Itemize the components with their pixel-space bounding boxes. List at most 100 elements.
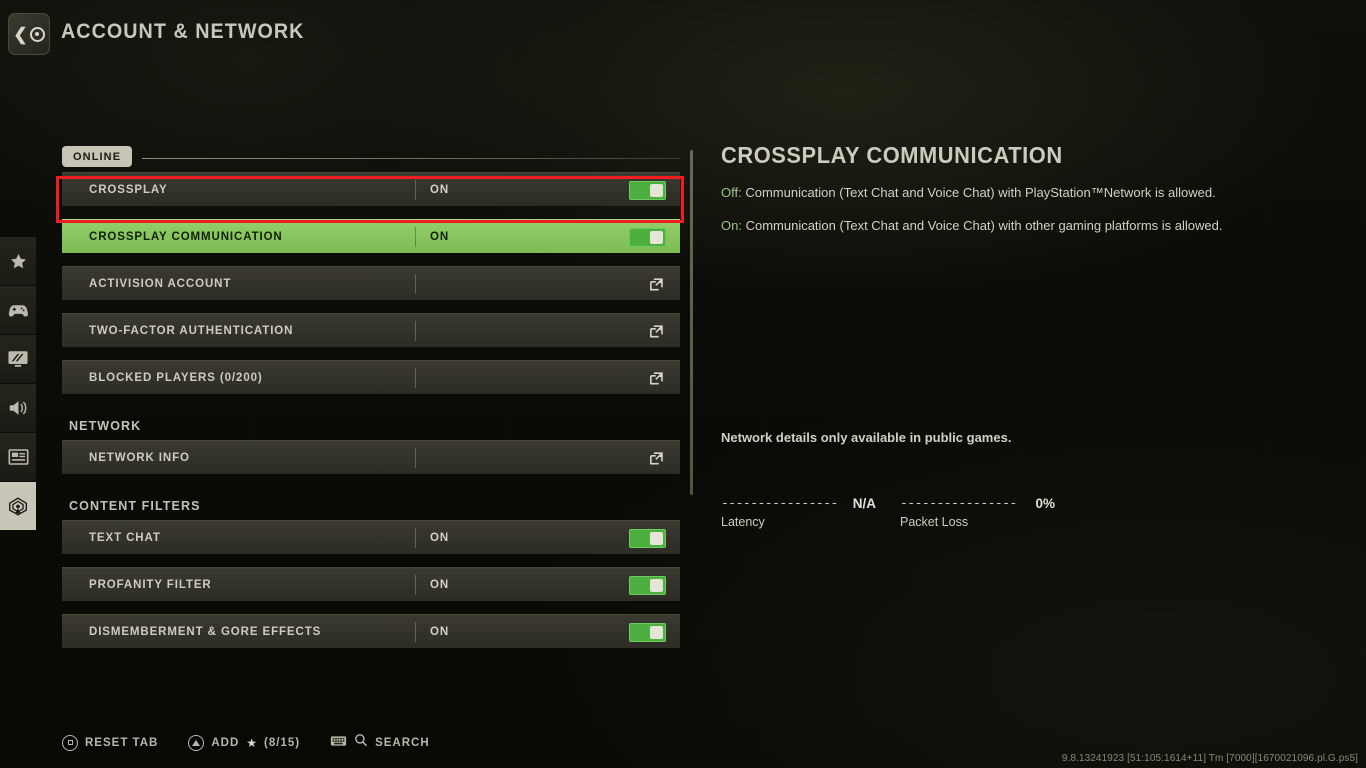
settings-group: NETWORK NETWORK INFO	[62, 407, 680, 474]
setting-row-two-factor-authentication[interactable]: TWO-FACTOR AUTHENTICATION	[62, 313, 680, 347]
chevron-left-icon: ❮	[13, 24, 28, 44]
toggle-switch[interactable]	[629, 576, 666, 595]
settings-group: CONTENT FILTERS TEXT CHAT ON PROFANITY F…	[62, 487, 680, 648]
detail-description-on: On: Communication (Text Chat and Voice C…	[721, 217, 1321, 235]
triangle-button-icon	[188, 734, 205, 751]
setting-label: NETWORK INFO	[89, 451, 190, 464]
sidebar	[0, 237, 36, 531]
back-button[interactable]: ❮	[8, 13, 50, 55]
column-divider	[415, 274, 416, 294]
setting-value: ON	[430, 230, 450, 243]
stat-label: Packet Loss	[900, 515, 969, 529]
search-button[interactable]: SEARCH	[330, 733, 430, 752]
setting-label: DISMEMBERMENT & GORE EFFECTS	[89, 625, 322, 638]
reset-tab-button[interactable]: RESET TAB	[62, 734, 158, 751]
toggle-knob	[650, 231, 663, 244]
sidebar-item-favorites[interactable]	[0, 237, 36, 286]
toggle-knob	[650, 626, 663, 639]
setting-row-blocked-players[interactable]: BLOCKED PLAYERS (0/200)	[62, 360, 680, 394]
add-label: ADD	[211, 736, 240, 749]
network-stats: ---------------- N/A Latency -----------…	[721, 494, 1055, 529]
toggle-knob	[650, 184, 663, 197]
antenna-icon	[6, 494, 30, 518]
keyboard-icon	[330, 734, 347, 752]
star-icon: ★	[246, 735, 258, 750]
network-note: Network details only available in public…	[721, 430, 1012, 445]
external-link-icon[interactable]	[648, 450, 665, 472]
column-divider	[415, 368, 416, 388]
external-link-icon[interactable]	[648, 323, 665, 345]
section-header-network: NETWORK	[69, 419, 142, 433]
column-divider	[415, 575, 416, 595]
add-favorite-button[interactable]: ADD ★ (8/15)	[188, 734, 301, 751]
settings-group: CROSSPLAY ON CROSSPLAY COMMUNICATION ON …	[62, 172, 680, 394]
toggle-knob	[650, 579, 663, 592]
column-divider	[415, 180, 416, 200]
sidebar-item-audio[interactable]	[0, 384, 36, 433]
column-divider	[415, 321, 416, 341]
sidebar-item-controller[interactable]	[0, 286, 36, 335]
toggle-switch[interactable]	[629, 529, 666, 548]
column-divider	[415, 227, 416, 247]
setting-row-dismemberment-gore-effects[interactable]: DISMEMBERMENT & GORE EFFECTS ON	[62, 614, 680, 648]
column-divider	[415, 622, 416, 642]
detail-on-label: On:	[721, 217, 742, 233]
detail-off-text: Communication (Text Chat and Voice Chat)…	[741, 185, 1216, 200]
setting-label: TWO-FACTOR AUTHENTICATION	[89, 324, 294, 337]
setting-row-activision-account[interactable]: ACTIVISION ACCOUNT	[62, 266, 680, 300]
tab-divider	[142, 158, 680, 159]
settings-list: ONLINE CROSSPLAY ON CROSSPLAY COMMUNICAT…	[62, 146, 680, 661]
stat-graph-dashes: ----------------	[721, 497, 838, 510]
page-title: ACCOUNT & NETWORK	[61, 20, 305, 43]
add-count-label: (8/15)	[264, 736, 301, 749]
star-icon	[9, 252, 28, 271]
tab-online[interactable]: ONLINE	[62, 146, 133, 167]
monitor-icon	[7, 349, 29, 369]
toggle-switch[interactable]	[629, 623, 666, 642]
setting-label: ACTIVISION ACCOUNT	[89, 277, 232, 290]
detail-description-off: Off: Communication (Text Chat and Voice …	[721, 184, 1321, 202]
stat-value: 0%	[1035, 495, 1055, 511]
gamepad-icon	[7, 299, 29, 321]
setting-label: CROSSPLAY COMMUNICATION	[89, 230, 283, 243]
square-button-icon	[62, 734, 78, 751]
bottom-bar: RESET TAB ADD ★ (8/15) SEARCH	[62, 733, 430, 752]
list-scrollbar[interactable]	[690, 150, 693, 495]
tab-bar: ONLINE	[62, 146, 680, 172]
setting-label: PROFANITY FILTER	[89, 578, 212, 591]
detail-off-label: Off:	[721, 185, 742, 200]
stat-value: N/A	[852, 495, 876, 511]
sidebar-item-graphics[interactable]	[0, 335, 36, 384]
search-label: SEARCH	[375, 736, 430, 749]
setting-row-crossplay[interactable]: CROSSPLAY ON	[62, 172, 680, 206]
stat-graph-dashes: ----------------	[900, 497, 1017, 510]
setting-row-crossplay-communication[interactable]: CROSSPLAY COMMUNICATION ON	[62, 219, 680, 253]
setting-value: ON	[430, 183, 450, 196]
stat-packet-loss: ---------------- 0% Packet Loss	[900, 494, 1055, 529]
column-divider	[415, 528, 416, 548]
setting-value: ON	[430, 578, 450, 591]
detail-title: CROSSPLAY COMMUNICATION	[721, 142, 1063, 168]
external-link-icon[interactable]	[648, 370, 665, 392]
setting-label: BLOCKED PLAYERS (0/200)	[89, 371, 263, 384]
setting-label: CROSSPLAY	[89, 183, 168, 196]
toggle-switch[interactable]	[629, 181, 666, 200]
external-link-icon[interactable]	[648, 276, 665, 298]
speaker-icon	[7, 398, 29, 418]
section-header-content-filters: CONTENT FILTERS	[69, 499, 201, 513]
sidebar-item-interface[interactable]	[0, 433, 36, 482]
setting-value: ON	[430, 625, 450, 638]
sidebar-item-account-network[interactable]	[0, 482, 36, 531]
setting-label: TEXT CHAT	[89, 531, 161, 544]
column-divider	[415, 448, 416, 468]
toggle-switch[interactable]	[629, 228, 666, 247]
setting-row-profanity-filter[interactable]: PROFANITY FILTER ON	[62, 567, 680, 601]
header: ❮ ACCOUNT & NETWORK	[0, 0, 1366, 68]
stat-latency: ---------------- N/A Latency	[721, 494, 876, 529]
setting-value: ON	[430, 531, 450, 544]
setting-row-text-chat[interactable]: TEXT CHAT ON	[62, 520, 680, 554]
detail-panel: CROSSPLAY COMMUNICATION Off: Communicati…	[721, 142, 1321, 529]
setting-row-network-info[interactable]: NETWORK INFO	[62, 440, 680, 474]
version-string: 9.8.13241923 [51:105:1614+11] Tm [7000][…	[1061, 753, 1358, 764]
detail-on-text: Communication (Text Chat and Voice Chat)…	[741, 217, 1223, 233]
